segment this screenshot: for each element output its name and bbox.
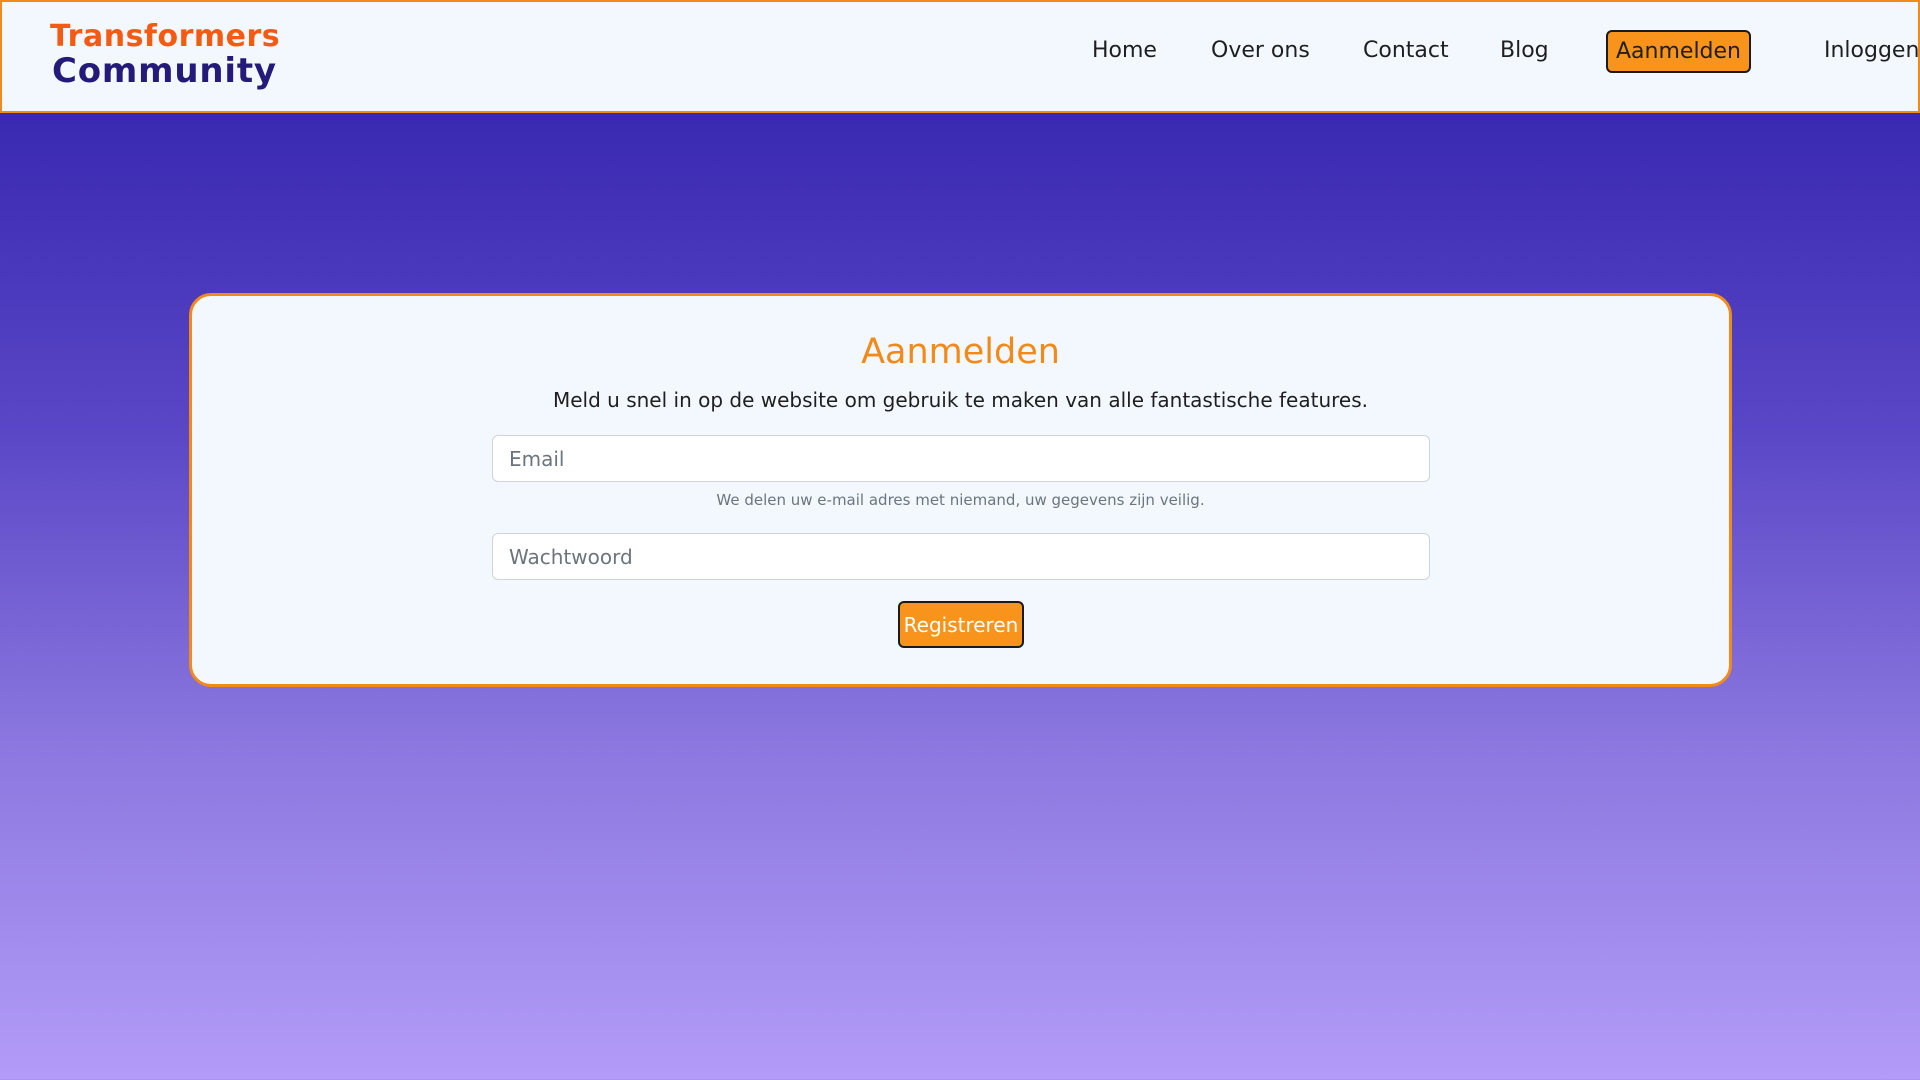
register-button[interactable]: Registreren [898,601,1024,648]
email-field[interactable] [492,435,1430,482]
nav-link-over-ons[interactable]: Over ons [1211,38,1310,63]
signup-subtitle: Meld u snel in op de website om gebruik … [553,388,1368,412]
nav-link-blog[interactable]: Blog [1500,38,1549,63]
email-help-text: We delen uw e-mail adres met niemand, uw… [716,491,1205,509]
site-header: Transformers Community Home Over ons Con… [0,0,1920,113]
main-nav: Home Over ons Contact Blog Aanmelden Inl… [2,2,1920,111]
nav-link-aanmelden[interactable]: Aanmelden [1606,30,1751,73]
nav-link-inloggen[interactable]: Inloggen [1824,38,1919,63]
nav-link-contact[interactable]: Contact [1363,38,1449,63]
signup-title: Aanmelden [861,332,1060,372]
password-field[interactable] [492,533,1430,580]
signup-card: Aanmelden Meld u snel in op de website o… [189,293,1732,687]
nav-link-home[interactable]: Home [1092,38,1157,63]
